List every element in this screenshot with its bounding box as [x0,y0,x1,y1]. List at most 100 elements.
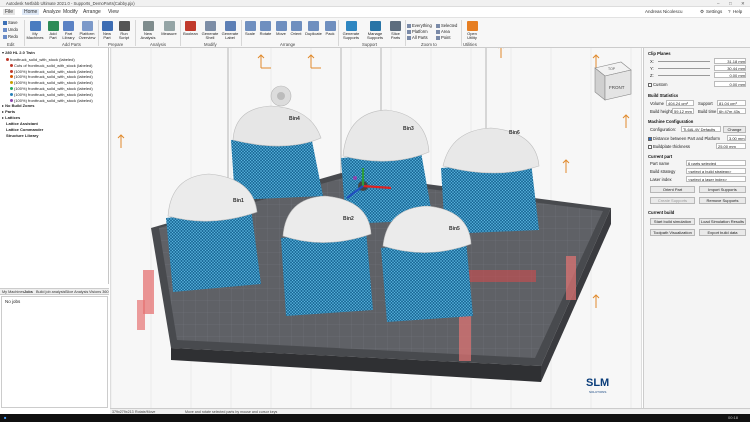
toolpath-visualization-button[interactable]: Toolpath Visualization [650,229,695,236]
clip-value-field[interactable]: 31.18 mm [714,58,746,64]
import-supports-button[interactable]: Import Supports [699,186,746,193]
tree-part-item[interactable]: (100%) fronttruck_solid_with_stock (labe… [10,69,93,74]
jobs-list[interactable]: No jobs [1,296,108,408]
save-button[interactable]: Save [3,20,18,25]
my-machines-button[interactable]: My Machines [26,21,44,41]
tree-structure-library[interactable]: Structure Library [6,133,38,138]
tree-root[interactable]: ▾ 280 HL 2.0 Twin [2,50,35,55]
orient-part-button[interactable]: Orient Part [650,186,695,193]
zoom-point-button[interactable]: Point [436,35,451,40]
custom-checkbox[interactable] [648,83,652,87]
menu-view[interactable]: View [108,9,119,15]
tree-part-item[interactable]: fronttruck_solid_with_stock (labeled) [6,57,75,62]
clip-slider[interactable] [658,61,710,62]
thickness-field[interactable]: 25.00 mm [716,143,746,149]
new-analysis-button[interactable]: New Analysis [138,21,158,41]
tab-my-machines[interactable]: My Machines [2,290,24,294]
pack-button[interactable]: Pack [324,21,336,36]
measure-button[interactable]: Measure [160,21,178,36]
rotate-button[interactable]: Rotate [258,21,273,36]
new-part-button[interactable]: New Part [100,21,114,41]
run-script-button[interactable]: Run Script [116,21,132,41]
settings-link[interactable]: Settings [706,9,722,14]
view-cube[interactable]: TOP FRONT [594,61,632,101]
menu-arrange[interactable]: Arrange [83,9,101,15]
boolean-button[interactable]: Boolean [182,21,199,36]
change-button[interactable]: Change [723,126,746,133]
title-bar: Autodesk Netfabb Ultimate 2021.0 - Suppo… [0,0,750,7]
build-strategy-select[interactable]: <select a build strategy> [686,168,746,174]
tree-part-item[interactable]: (100%) fronttruck_solid_with_stock (labe… [10,98,93,103]
tab-build-job-analysis[interactable]: Build job analysis [36,290,65,294]
part-bin1[interactable] [166,173,261,292]
menu-file[interactable]: File [3,9,16,15]
config-select[interactable]: Ti-6Al-4V Defaults [681,126,721,132]
tree-lattice-assistant[interactable]: Lattice Assistant [6,121,38,126]
redo-button[interactable]: Redo [3,34,18,39]
distance-checkbox[interactable] [648,137,652,141]
tree-lattice-commander[interactable]: Lattice Commander [6,127,43,132]
menu-modify[interactable]: Modify [63,9,78,15]
undo-button[interactable]: Undo [3,27,18,32]
slice-parts-button[interactable]: Slice Parts [388,21,403,41]
zoom-all-parts-button[interactable]: All Parts [407,35,428,40]
clip-custom-field[interactable]: 0.00 mm [714,81,746,87]
tree-part-item[interactable]: (100%) fronttruck_solid_with_stock (labe… [10,80,93,85]
remove-supports-button[interactable]: Remove Supports [699,197,746,204]
tree-part-item[interactable]: (100%) fronttruck_solid_with_stock (labe… [10,92,93,97]
gear-icon[interactable]: ⚙ [700,9,704,15]
orient-button[interactable]: Orient [289,21,303,36]
laser-index-select[interactable]: <select a laser index> [686,176,746,182]
clip-slider[interactable] [658,68,710,69]
tree-part-item[interactable]: (100%) fronttruck_solid_with_stock (labe… [10,74,93,79]
windows-start-icon[interactable]: ■ [4,415,6,420]
3d-viewport[interactable]: Bin4 Bin3 Bin6 Bin1 Bin2 Bin5 TOP FRONT … [110,48,642,408]
tree-part-item[interactable]: (100%) fronttruck_solid_with_stock (labe… [10,86,93,91]
open-utility-button[interactable]: Open Utility [463,21,481,41]
tab-jobs[interactable]: Jobs [24,290,33,294]
thickness-toggle[interactable]: Buildplate thickness [648,144,690,149]
tree-parts[interactable]: ▸ Parts [2,109,15,114]
tree-lattices[interactable]: ▸ Lattices [2,115,20,120]
tab-visions-360[interactable]: Visions 360 [89,290,109,294]
tab-slice-analysis[interactable]: Slice Analysis [65,290,88,294]
add-part-button[interactable]: Add Part [46,21,60,41]
zoom-area-button[interactable]: Area [436,29,450,34]
clip-value-field[interactable]: 0.00 mm [714,72,746,78]
clip-custom-toggle[interactable]: Custom [648,82,667,87]
generate-shell-button[interactable]: Generate Shell [201,21,219,41]
move-button[interactable]: Move [274,21,288,36]
menu-analyze[interactable]: Analyze [43,9,61,15]
part-library-button[interactable]: Part Library [61,21,76,41]
help-link[interactable]: Help [733,9,742,14]
zoom-platform-button[interactable]: Platform [407,29,428,34]
thickness-checkbox[interactable] [648,145,652,149]
clip-slider[interactable] [658,75,710,76]
menu-home[interactable]: Home [22,9,40,15]
user-name[interactable]: Andreas Nicolescu [645,9,683,14]
create-supports-button[interactable]: Create Supports [650,197,695,204]
platform-overview-button[interactable]: Platform Overview [77,21,97,41]
zoom-icon [407,24,411,28]
distance-toggle[interactable]: Distance between Part and Platform [648,136,720,141]
help-icon[interactable]: ? [728,9,731,14]
part-bin5[interactable] [381,205,473,322]
generate-label-button[interactable]: Generate Label [221,21,239,41]
distance-field[interactable]: 3.00 mm [727,135,746,141]
generate-supports-button[interactable]: Generate Supports [340,21,362,41]
part-name-field[interactable]: 6 parts selected [686,160,746,166]
duplicate-button[interactable]: Duplicate [304,21,323,36]
minimize-button[interactable]: – [717,1,720,6]
manage-supports-button[interactable]: Manage Supports [364,21,386,41]
start-simulation-button[interactable]: Start build simulation [650,218,695,225]
part-bin2[interactable] [281,195,373,316]
load-simulation-button[interactable]: Load Simulation Results [699,218,746,225]
tree-part-item[interactable]: Cuts of fronttruck_solid_with_stock (lab… [10,63,92,68]
scale-button[interactable]: Scale [243,21,257,36]
maximize-button[interactable]: □ [729,1,732,6]
tree-no-build-zones[interactable]: ▸ No Build Zones [2,103,34,108]
zoom-everything-button[interactable]: Everything [407,23,432,28]
clip-value-field[interactable]: 30.44 mm [714,65,746,71]
export-build-data-button[interactable]: Export build data [699,229,746,236]
zoom-selected-button[interactable]: Selected [436,23,457,28]
